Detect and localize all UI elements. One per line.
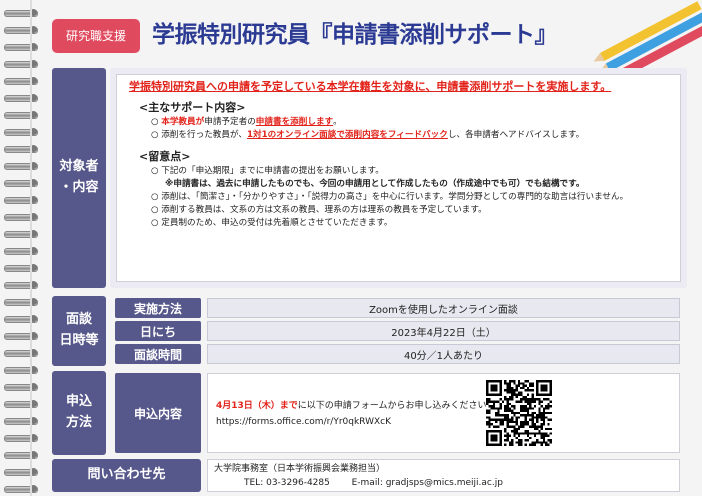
support-item-highlight: 本学教員が — [161, 117, 205, 127]
target-label: 対象者 ・内容 — [52, 68, 106, 288]
support-item-text: し、各申請者へアドバイスします。 — [447, 130, 585, 140]
spiral-ring — [4, 210, 44, 222]
spiral-ring — [4, 312, 44, 324]
spiral-ring — [4, 482, 44, 494]
spiral-ring — [4, 176, 44, 188]
apply-label-line1: 申込 — [65, 394, 92, 410]
page-title: 学振特別研究員『申請書添削サポート』 — [152, 22, 558, 48]
spiral-ring — [4, 278, 44, 290]
target-label-line2: ・内容 — [59, 180, 99, 195]
support-item-highlight: 申請書を添削します — [255, 117, 334, 127]
spiral-ring — [4, 91, 44, 103]
pencils-decoration — [593, 1, 702, 70]
spiral-ring — [4, 6, 44, 18]
contact-label: 問い合わせ先 — [52, 459, 201, 492]
spiral-ring — [4, 414, 44, 426]
deadline: 4月13日（木）まで — [216, 401, 298, 411]
support-heading: <主なサポート内容> — [139, 101, 246, 114]
note-item: 添削は、「簡潔さ」・「分かりやすさ」・「説得力の高さ」を中心に行います。学問分野… — [151, 191, 672, 204]
spiral-ring — [4, 193, 44, 205]
apply-label-line2: 方法 — [65, 415, 92, 430]
spiral-ring — [4, 465, 44, 477]
apply-instruction: に以下の申請フォームからお申し込みください。 — [297, 401, 496, 411]
support-item-highlight: 1対1のオンライン面談で添削内容をフィードバック — [247, 130, 448, 140]
qr-code[interactable] — [486, 380, 552, 446]
notes-heading: <留意点> — [139, 150, 191, 163]
support-item-text: 。 — [333, 117, 342, 127]
apply-content: 4月13日（木）までに以下の申請フォームからお申し込みください。 https:/… — [207, 373, 680, 453]
contact-office: 大学院事務室（日本学術振興会業務担当） — [214, 464, 386, 474]
support-item: 添削を行った教員が、1対1のオンライン面談で添削内容をフィードバックし、各申請者… — [151, 129, 672, 142]
note-item: 定員制のため、申込の受付は先着順とさせていただきます。 — [151, 217, 672, 230]
spiral-ring — [4, 40, 44, 52]
spiral-ring — [4, 261, 44, 273]
form-url-link[interactable]: https://forms.office.com/r/Yr0qkRWXcK — [216, 417, 391, 427]
support-item: 本学教員が申請予定者の申請書を添削します。 — [151, 116, 672, 129]
method-value: Zoomを使用したオンライン面談 — [207, 298, 680, 318]
bold-note: ※申請書は、過去に申請したものでも、今回の申請用として作成したもの（作成途中でも… — [165, 179, 585, 189]
contact-email[interactable]: E-mail: gradjsps@mics.meiji.ac.jp — [352, 478, 503, 488]
spiral-ring — [4, 159, 44, 171]
duration-value: 40分／1人あたり — [207, 344, 680, 364]
contact-box: 大学院事務室（日本学術振興会業務担当） TEL: 03-3296-4285 E-… — [207, 459, 680, 492]
spiral-ring — [4, 329, 44, 341]
spiral-ring — [4, 431, 44, 443]
spiral-ring — [4, 108, 44, 120]
intro-text: 学振特別研究員への申請を予定している本学在籍生を対象に、申請書添削サポートを実施… — [129, 80, 612, 93]
spiral-ring — [4, 125, 44, 137]
spiral-ring — [4, 74, 44, 86]
note-item: 添削する教員は、文系の方は文系の教員、理系の方は理系の教員を予定しています。 — [151, 204, 672, 217]
interview-label: 面談 日時等 — [52, 296, 106, 366]
target-label-line1: 対象者 — [59, 159, 99, 175]
apply-text: 4月13日（木）までに以下の申請フォームからお申し込みください。 https:/… — [216, 398, 496, 430]
apply-label: 申込 方法 — [52, 371, 106, 455]
support-item-text: 添削を行った教員が、 — [161, 130, 248, 140]
spiral-ring — [4, 142, 44, 154]
method-label: 実施方法 — [115, 298, 201, 318]
spiral-ring — [4, 227, 44, 239]
note-item: 下記の「申込期限」までに申請書の提出をお願いします。 — [151, 165, 672, 178]
date-label: 日にち — [115, 321, 201, 341]
spiral-ring — [4, 23, 44, 35]
spiral-ring — [4, 295, 44, 307]
target-content: 学振特別研究員への申請を予定している本学在籍生を対象に、申請書添削サポートを実施… — [116, 74, 681, 282]
apply-sub-label: 申込内容 — [115, 373, 201, 453]
spiral-binding — [0, 0, 48, 496]
spiral-ring — [4, 244, 44, 256]
duration-label: 面談時間 — [115, 344, 201, 364]
spiral-ring — [4, 57, 44, 69]
page-edge — [30, 0, 32, 496]
spiral-ring — [4, 448, 44, 460]
interview-label-line1: 面談 — [65, 312, 92, 328]
spiral-ring — [4, 346, 44, 358]
category-tag: 研究職支援 — [52, 19, 140, 53]
spiral-ring — [4, 363, 44, 375]
spiral-ring — [4, 397, 44, 409]
support-item-text: 申請予定者の — [204, 117, 256, 127]
spiral-ring — [4, 380, 44, 392]
contact-line: TEL: 03-3296-4285 E-mail: gradjsps@mics.… — [214, 476, 673, 490]
date-value: 2023年4月22日（土） — [207, 321, 680, 341]
interview-label-line2: 日時等 — [59, 333, 99, 348]
contact-tel: TEL: 03-3296-4285 — [244, 478, 330, 488]
